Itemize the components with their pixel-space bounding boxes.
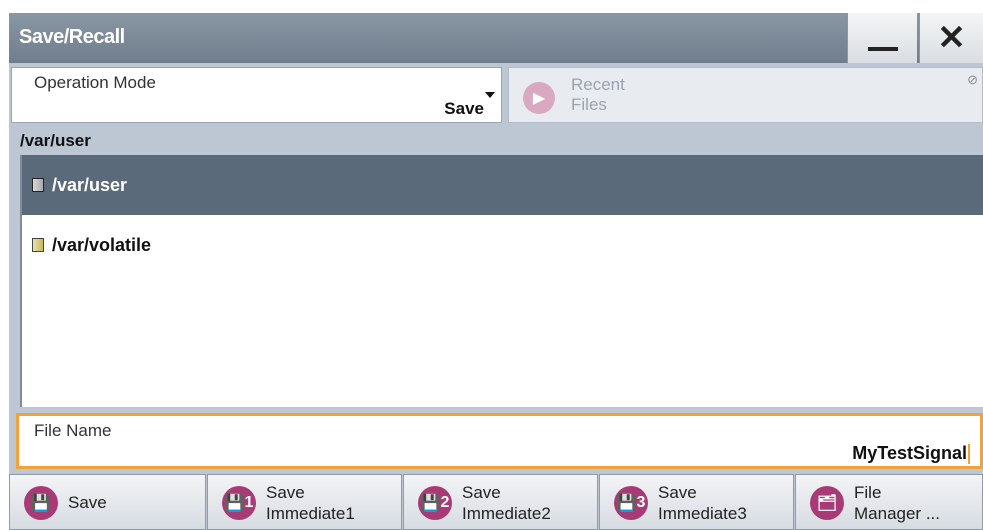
- button-bar: 💾 Save 💾 1 Save Immediate1 💾 2 Save Immediat…: [9, 474, 983, 530]
- dropdown-arrow-icon: [485, 92, 495, 98]
- operation-mode-label: Operation Mode: [34, 73, 156, 92]
- recent-files-icon: ▶: [523, 82, 555, 114]
- current-path: /var/user: [20, 131, 91, 150]
- file-list[interactable]: /var/user /var/volatile: [20, 155, 983, 407]
- minimize-button[interactable]: [847, 13, 917, 63]
- minimize-icon: [867, 47, 898, 51]
- list-item-label: /var/user: [52, 174, 128, 195]
- save-button[interactable]: 💾 Save: [9, 474, 206, 530]
- floppy-disk-icon: 💾: [24, 486, 58, 520]
- save-immediate3-button[interactable]: 💾 3 Save Immediate3: [599, 474, 794, 530]
- save-immediate1-button[interactable]: 💾 1 Save Immediate1: [207, 474, 402, 530]
- close-button[interactable]: ✕: [919, 13, 983, 63]
- file-manager-button[interactable]: 🗂 File Manager ...: [795, 474, 983, 530]
- corner-mark-icon: ⊘: [967, 72, 978, 87]
- file-manager-icon: 🗂: [810, 486, 844, 520]
- recent-files-label: Recent Files: [571, 75, 625, 114]
- list-item-label: /var/volatile: [52, 234, 152, 255]
- folder-icon: [32, 238, 44, 252]
- window-title: Save/Recall: [19, 26, 125, 48]
- text-cursor: [968, 444, 970, 464]
- file-name-input[interactable]: MyTestSignal: [852, 443, 970, 464]
- save-immediate1-label: Save Immediate1: [266, 483, 355, 523]
- save-button-label: Save: [68, 493, 107, 512]
- file-name-field[interactable]: File Name MyTestSignal: [16, 413, 983, 469]
- floppy-disk-3-icon: 💾 3: [614, 486, 648, 520]
- close-icon: ✕: [937, 19, 966, 57]
- save-immediate2-button[interactable]: 💾 2 Save Immediate2: [403, 474, 598, 530]
- floppy-disk-2-icon: 💾 2: [418, 486, 452, 520]
- file-name-label: File Name: [34, 421, 112, 440]
- file-manager-label: File Manager ...: [854, 483, 940, 523]
- list-item-var-volatile[interactable]: /var/volatile: [22, 215, 983, 275]
- save-immediate3-label: Save Immediate3: [658, 483, 747, 523]
- folder-icon: [32, 178, 44, 192]
- save-immediate2-label: Save Immediate2: [462, 483, 551, 523]
- title-bar: Save/Recall ✕: [9, 13, 983, 63]
- recent-files-button[interactable]: ▶ Recent Files ⊘: [508, 67, 983, 123]
- operation-mode-dropdown[interactable]: Operation Mode Save: [11, 67, 502, 123]
- floppy-disk-1-icon: 💾 1: [222, 486, 256, 520]
- operation-mode-value: Save: [444, 99, 484, 118]
- list-item-var-user[interactable]: /var/user: [22, 155, 983, 215]
